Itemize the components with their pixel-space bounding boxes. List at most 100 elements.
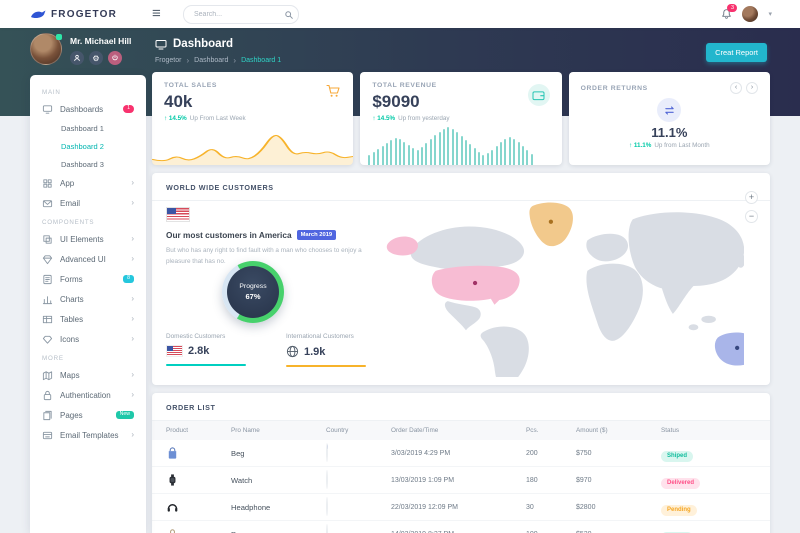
sidebar-item-maps[interactable]: Maps› <box>30 365 146 385</box>
breadcrumb-item[interactable]: Dashboard <box>194 57 228 64</box>
grid-icon <box>42 178 53 189</box>
col-amount: Amount ($) <box>576 427 661 434</box>
progress-value: 67% <box>245 292 260 301</box>
table-row[interactable]: Beg 3/03/2019 4:29 PM 200 $750 Shiped <box>152 440 770 467</box>
layers-icon <box>42 234 53 245</box>
profile-button[interactable] <box>70 51 84 65</box>
map-zoom-in-button[interactable]: + <box>745 191 758 204</box>
sidebar-section-components: COMPONENTS <box>30 213 146 229</box>
breadcrumb-separator: › <box>186 56 189 65</box>
pages-badge: New <box>116 411 134 419</box>
order-returns-card: ORDER RETURNS ‹ › 11.1% ↑ 11.1%Up from L… <box>569 72 770 165</box>
logo-icon <box>30 9 46 20</box>
sidebar-item-forms[interactable]: Forms 8 <box>30 269 146 289</box>
orange-underline <box>286 365 366 367</box>
chevron-right-icon: › <box>131 255 134 263</box>
sidebar-item-ui-elements[interactable]: UI Elements› <box>30 229 146 249</box>
form-icon <box>42 274 53 285</box>
sidebar-item-authentication[interactable]: Authentication› <box>30 385 146 405</box>
carousel-next-button[interactable]: › <box>746 82 758 94</box>
map-mexico <box>445 301 481 330</box>
topbar-avatar[interactable] <box>742 6 758 22</box>
breadcrumb-current: Dashboard 1 <box>241 57 281 64</box>
teal-underline <box>166 364 246 366</box>
domestic-customers-value: 2.8k <box>188 345 209 357</box>
map-europe <box>586 234 628 262</box>
search-input[interactable] <box>184 11 285 18</box>
status-badge: Pending <box>661 505 697 516</box>
total-sales-value: 40k <box>152 89 353 112</box>
international-customers-value: 1.9k <box>304 346 325 358</box>
order-returns-label: ORDER RETURNS <box>581 85 648 92</box>
sidebar-item-email[interactable]: Email› <box>30 193 146 213</box>
create-report-button[interactable]: Creat Report <box>706 43 767 62</box>
map-marker-australia <box>735 346 739 350</box>
world-headline: Our most customers in America <box>166 230 292 240</box>
order-returns-value: 11.1% <box>569 125 770 140</box>
status-badge: Delivered <box>661 478 700 489</box>
avatar[interactable] <box>30 33 62 65</box>
sidebar-item-app[interactable]: App› <box>30 173 146 193</box>
sidebar-item-email-templates[interactable]: Email Templates› <box>30 425 146 445</box>
logo[interactable]: FROGETOR <box>30 9 117 20</box>
world-map[interactable] <box>376 195 744 377</box>
globe-icon <box>286 345 299 358</box>
logout-button[interactable] <box>108 51 122 65</box>
map-south-america <box>481 326 529 377</box>
map-zoom-out-button[interactable]: − <box>745 210 758 223</box>
table-row[interactable]: Headphone 22/03/2019 12:09 PM 30 $2800 P… <box>152 494 770 521</box>
bar-chart-icon <box>42 294 53 305</box>
product-image-bag <box>166 446 231 460</box>
total-sales-delta: ↑ 14.5%Up From Last Week <box>152 112 353 125</box>
sidebar-section-main: MAIN <box>30 83 146 99</box>
user-name: Mr. Michael Hill <box>70 36 131 46</box>
online-status-dot <box>56 34 62 40</box>
settings-button[interactable]: ⚙ <box>89 51 103 65</box>
menu-toggle-icon[interactable]: ≡ <box>152 4 161 24</box>
search-box <box>183 5 299 24</box>
order-returns-delta: ↑ 11.1%Up from Last Month <box>569 142 770 149</box>
chevron-right-icon: › <box>131 295 134 303</box>
table-row[interactable]: Purse 14/03/2019 8:27 PM 100 $520 Shiped <box>152 521 770 533</box>
map-greenland-highlight <box>529 202 573 246</box>
chevron-right-icon: › <box>131 179 134 187</box>
dashboard-page: FROGETOR ≡ 3 ▾ Mr. Micha <box>0 0 800 533</box>
order-list-card: ORDER LIST Product Pro Name Country Orde… <box>152 393 770 533</box>
col-status: Status <box>661 427 756 434</box>
logo-text: FROGETOR <box>51 9 117 20</box>
usa-flag <box>326 443 328 462</box>
sidebar-item-charts[interactable]: Charts› <box>30 289 146 309</box>
usa-flag <box>166 345 183 357</box>
map-australia-highlight <box>715 333 744 366</box>
chevron-right-icon: › <box>131 199 134 207</box>
map-usa-highlight <box>432 266 520 305</box>
sidebar-item-dashboard-2[interactable]: Dashboard 2 <box>30 137 146 155</box>
chevron-down-icon[interactable]: ▾ <box>768 10 772 18</box>
product-image-headphone <box>166 500 231 514</box>
map-africa <box>586 264 642 341</box>
sidebar-item-dashboards[interactable]: Dashboards 1 <box>30 99 146 119</box>
sidebar-item-dashboard-1[interactable]: Dashboard 1 <box>30 119 146 137</box>
search-icon[interactable] <box>285 11 293 19</box>
notification-badge: 3 <box>727 4 737 12</box>
sidebar-item-tables[interactable]: Tables› <box>30 309 146 329</box>
order-list-title: ORDER LIST <box>152 393 770 421</box>
monitor-icon <box>155 39 167 50</box>
cart-icon <box>326 84 341 98</box>
notifications-button[interactable]: 3 <box>721 8 732 20</box>
sidebar-item-dashboard-3[interactable]: Dashboard 3 <box>30 155 146 173</box>
dashboards-badge: 1 <box>123 105 134 113</box>
table-header: Product Pro Name Country Order Date/Time… <box>152 421 770 440</box>
page-title: Dashboard <box>173 38 233 50</box>
sidebar-item-pages[interactable]: Pages New <box>30 405 146 425</box>
usa-flag <box>166 207 190 222</box>
sidebar-item-icons[interactable]: Icons› <box>30 329 146 349</box>
chevron-right-icon: › <box>131 235 134 243</box>
carousel-prev-button[interactable]: ‹ <box>730 82 742 94</box>
sidebar-item-advanced-ui[interactable]: Advanced UI› <box>30 249 146 269</box>
chevron-right-icon: › <box>131 315 134 323</box>
date-badge: March 2019 <box>297 230 337 240</box>
breadcrumb-item[interactable]: Frogetor <box>155 57 181 64</box>
col-product: Product <box>166 427 231 434</box>
table-row[interactable]: Watch 13/03/2019 1:09 PM 180 $970 Delive… <box>152 467 770 494</box>
